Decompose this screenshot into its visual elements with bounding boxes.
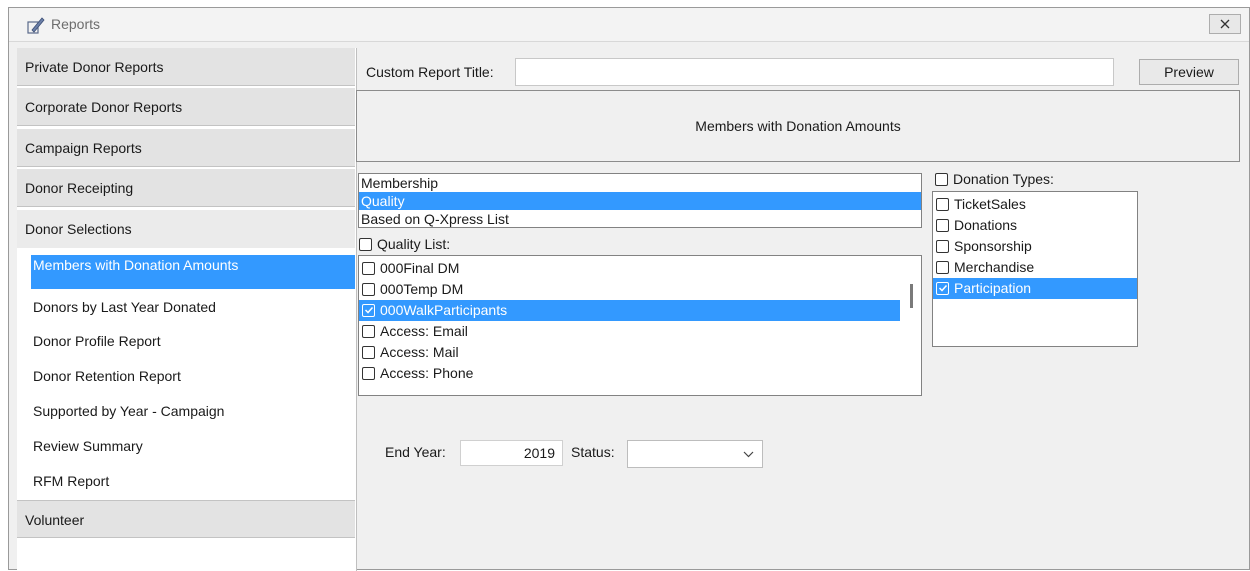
group-volunteer[interactable]: Volunteer	[17, 500, 355, 538]
group-label: Private Donor Reports	[25, 59, 164, 75]
sidebar-item-review-summary[interactable]: Review Summary	[33, 434, 355, 458]
group-label: Volunteer	[25, 512, 85, 528]
sidebar-item-supported-by-year-campaign[interactable]: Supported by Year - Campaign	[33, 399, 355, 423]
checkbox[interactable]	[362, 325, 375, 338]
donation-type-participation[interactable]: Participation	[933, 278, 1137, 299]
report-title-text: Members with Donation Amounts	[695, 118, 901, 134]
item-label: Access: Mail	[380, 344, 459, 360]
checkbox[interactable]	[936, 198, 949, 211]
item-label: Donations	[954, 217, 1018, 233]
chevron-down-icon	[743, 451, 754, 458]
report-navigator: Private Donor Reports Corporate Donor Re…	[17, 48, 357, 571]
quality-list-checkbox[interactable]	[359, 238, 372, 251]
preview-button-label: Preview	[1164, 64, 1214, 80]
quality-list-toggle[interactable]: Quality List:	[359, 236, 450, 252]
status-label: Status:	[571, 444, 615, 460]
item-label: Sponsorship	[954, 238, 1032, 254]
group-label: Campaign Reports	[25, 140, 142, 156]
background-page-heading	[0, 0, 1250, 7]
group-donor-receipting[interactable]: Donor Receipting	[17, 169, 355, 207]
sidebar-item-donors-by-last-year-donated[interactable]: Donors by Last Year Donated	[33, 295, 355, 319]
group-corporate-donor-reports[interactable]: Corporate Donor Reports	[17, 88, 355, 126]
quality-item-000final-dm[interactable]: 000Final DM	[359, 258, 900, 279]
item-label: Access: Phone	[380, 365, 474, 381]
report-title-display: Members with Donation Amounts	[356, 90, 1240, 162]
quality-item-access-email[interactable]: Access: Email	[359, 321, 900, 342]
title-bar: Reports	[9, 8, 1249, 42]
end-year-input[interactable]: 2019	[460, 440, 563, 466]
quality-list-label: Quality List:	[377, 236, 451, 252]
donation-type-sponsorship[interactable]: Sponsorship	[933, 236, 1137, 257]
checkbox[interactable]	[362, 283, 375, 296]
checkbox[interactable]	[362, 262, 375, 275]
sidebar-item-rfm-report[interactable]: RFM Report	[33, 469, 355, 493]
sidebar-item-label: Donor Profile Report	[33, 333, 161, 349]
group-label: Corporate Donor Reports	[25, 99, 183, 115]
end-year-value: 2019	[523, 445, 555, 461]
end-year-label: End Year:	[385, 444, 446, 460]
reports-app-icon	[27, 17, 45, 34]
group-label: Donor Selections	[25, 221, 132, 237]
checkbox-checked[interactable]	[936, 282, 949, 295]
option-label: Based on Q-Xpress List	[361, 211, 509, 227]
group-campaign-reports[interactable]: Campaign Reports	[17, 129, 355, 167]
quality-list-scrollbar[interactable]	[910, 284, 913, 308]
checkbox[interactable]	[362, 346, 375, 359]
sidebar-item-label: Donors by Last Year Donated	[33, 299, 216, 315]
option-label: Membership	[361, 175, 439, 191]
custom-report-title-label: Custom Report Title:	[366, 64, 494, 80]
item-label: Participation	[954, 280, 1032, 296]
close-button[interactable]	[1209, 14, 1241, 34]
close-icon	[1220, 19, 1230, 29]
status-dropdown[interactable]	[627, 440, 763, 468]
donation-type-donations[interactable]: Donations	[933, 215, 1137, 236]
option-label: Quality	[361, 193, 405, 209]
sidebar-item-members-with-donation-amounts[interactable]: Members with Donation Amounts	[31, 255, 355, 289]
sidebar-item-donor-retention-report[interactable]: Donor Retention Report	[33, 364, 355, 388]
checkbox[interactable]	[936, 240, 949, 253]
donation-type-merchandise[interactable]: Merchandise	[933, 257, 1137, 278]
window-title: Reports	[51, 16, 101, 32]
item-label: TicketSales	[954, 196, 1026, 212]
quality-item-000walkparticipants[interactable]: 000WalkParticipants	[359, 300, 900, 321]
quality-item-000temp-dm[interactable]: 000Temp DM	[359, 279, 900, 300]
item-label: Access: Email	[380, 323, 468, 339]
group-donor-selections[interactable]: Donor Selections	[17, 210, 355, 248]
reports-window: Reports Private Donor Reports Corporate …	[8, 7, 1250, 571]
checkbox[interactable]	[362, 367, 375, 380]
group-label: Donor Receipting	[25, 180, 134, 196]
checkbox-checked[interactable]	[362, 304, 375, 317]
item-label: 000Temp DM	[380, 281, 464, 297]
donation-types-checkbox[interactable]	[935, 173, 948, 186]
quality-item-access-phone[interactable]: Access: Phone	[359, 363, 900, 384]
selection-option-quality[interactable]: Quality	[359, 192, 921, 210]
sidebar-item-label: Donor Retention Report	[33, 368, 181, 384]
sidebar-item-label: Members with Donation Amounts	[33, 257, 239, 273]
donation-types-label: Donation Types:	[953, 171, 1054, 187]
checkbox[interactable]	[936, 261, 949, 274]
checkbox[interactable]	[936, 219, 949, 232]
donation-types-toggle[interactable]: Donation Types:	[935, 171, 1054, 187]
quality-item-access-mail[interactable]: Access: Mail	[359, 342, 900, 363]
checkmark-icon	[938, 284, 948, 292]
quality-list[interactable]: 000Final DM 000Temp DM 000WalkParticipan…	[358, 255, 922, 396]
item-label: 000Final DM	[380, 260, 460, 276]
checkmark-icon	[364, 306, 374, 314]
item-label: Merchandise	[954, 259, 1035, 275]
donation-type-ticketsales[interactable]: TicketSales	[933, 194, 1137, 215]
item-label: 000WalkParticipants	[380, 302, 508, 318]
sidebar-item-label: Review Summary	[33, 438, 143, 454]
selection-option-membership[interactable]: Membership	[359, 174, 921, 192]
sidebar-item-label: Supported by Year - Campaign	[33, 403, 225, 419]
sidebar-item-label: RFM Report	[33, 473, 110, 489]
preview-button[interactable]: Preview	[1139, 59, 1239, 85]
selection-option-qxpress[interactable]: Based on Q-Xpress List	[359, 210, 921, 227]
sidebar-item-donor-profile-report[interactable]: Donor Profile Report	[33, 329, 355, 353]
selection-type-list: Membership Quality Based on Q-Xpress Lis…	[358, 173, 922, 228]
group-private-donor-reports[interactable]: Private Donor Reports	[17, 48, 355, 86]
custom-report-title-input[interactable]	[515, 58, 1114, 86]
donation-types-list[interactable]: TicketSales Donations Sponsorship Mercha…	[932, 191, 1138, 347]
